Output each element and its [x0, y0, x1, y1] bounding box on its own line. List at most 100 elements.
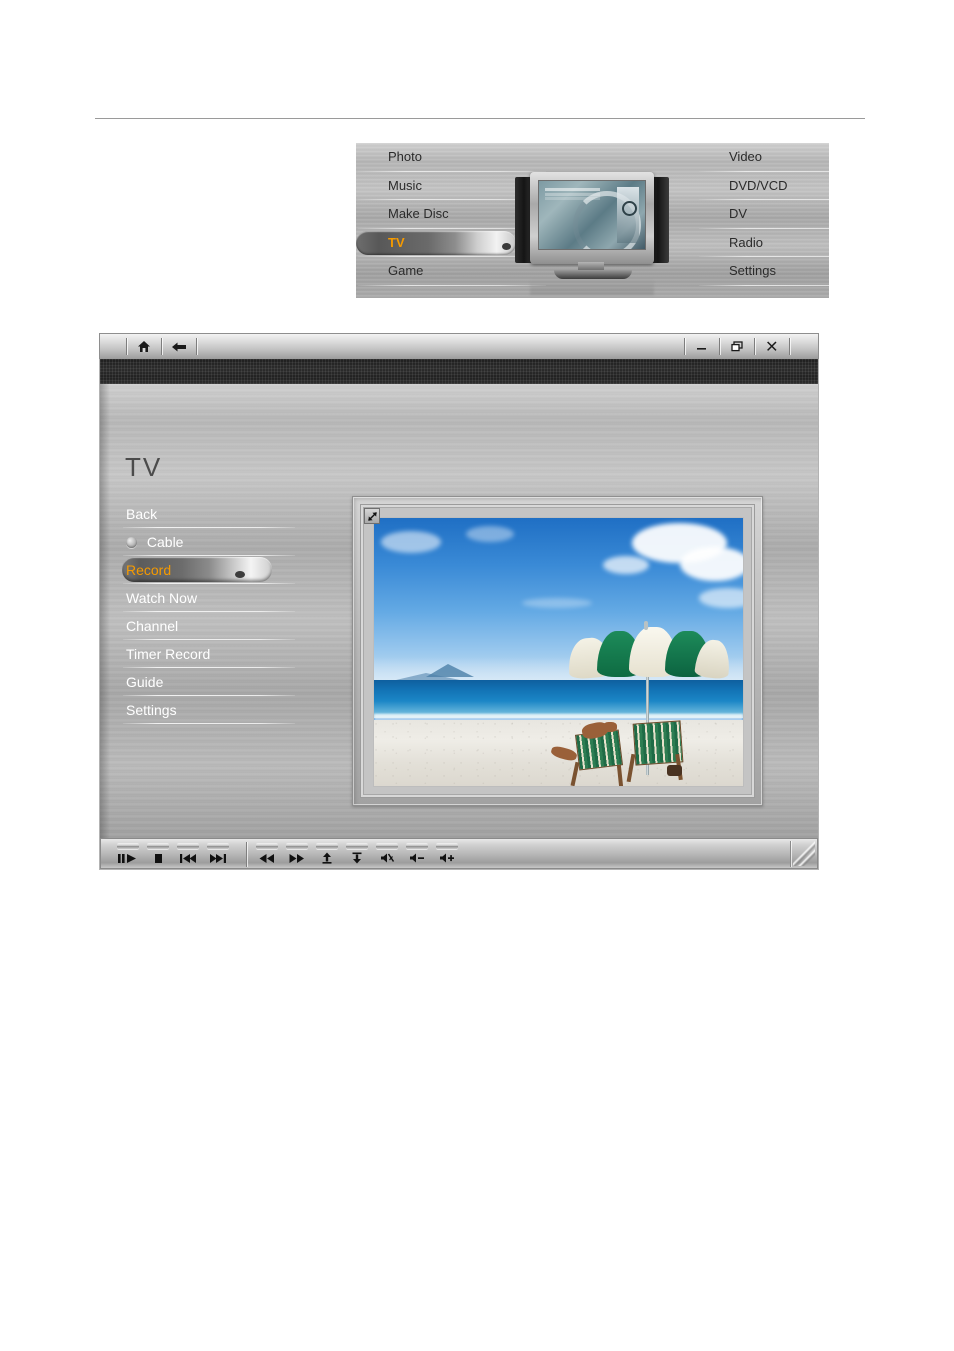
- previous-button[interactable]: [173, 842, 203, 866]
- tv-stand-base: [554, 270, 632, 279]
- button-cap: [177, 843, 199, 849]
- selection-highlight: [356, 230, 516, 255]
- sidebar-item-timer-record[interactable]: Timer Record: [123, 640, 295, 668]
- radio-bullet-icon: [126, 537, 137, 548]
- channel-down-button[interactable]: [342, 842, 372, 866]
- next-button[interactable]: [203, 842, 233, 866]
- tv-screen: [538, 180, 646, 250]
- header-divider: [95, 118, 865, 119]
- menu-item-radio[interactable]: Radio: [699, 229, 829, 258]
- window-content-area: TV Back Cable Record Watch Now Channel T…: [100, 384, 818, 838]
- page-root: Photo Music Make Disc TV Game Video DVD/…: [0, 0, 954, 1351]
- sidebar-item-label: Channel: [126, 618, 179, 634]
- sidebar-item-channel[interactable]: Channel: [123, 612, 295, 640]
- sidebar-item-watch-now[interactable]: Watch Now: [123, 584, 295, 612]
- photo-person: [602, 721, 617, 732]
- mute-button[interactable]: [372, 842, 402, 866]
- menu-item-label: Music: [388, 177, 422, 193]
- sidebar-item-back[interactable]: Back: [123, 500, 295, 528]
- menu-item-label: Video: [729, 149, 763, 164]
- toolbar-divider: [684, 338, 685, 355]
- menu-item-label: DVD/VCD: [729, 177, 788, 193]
- menu-item-dv[interactable]: DV: [699, 200, 829, 229]
- menu-item-tv[interactable]: TV: [356, 229, 546, 258]
- menu-item-label: Radio: [729, 234, 763, 250]
- transport-controls-group: [113, 842, 233, 867]
- video-preview-panel[interactable]: [352, 496, 763, 806]
- menu-item-photo[interactable]: Photo: [358, 143, 546, 172]
- button-cap: [256, 843, 278, 849]
- button-cap: [207, 843, 229, 849]
- menu-item-video[interactable]: Video: [699, 143, 829, 172]
- sidebar-nav: Back Cable Record Watch Now Channel Time…: [122, 500, 295, 724]
- sidebar-item-settings[interactable]: Settings: [123, 696, 295, 724]
- menu-item-label: Game: [388, 263, 424, 279]
- photo-sea: [374, 680, 743, 718]
- menu-separator: [699, 284, 829, 286]
- menu-item-label: Make Disc: [388, 206, 449, 222]
- toolbar-divider: [161, 338, 162, 355]
- sidebar-item-label: Settings: [126, 702, 177, 718]
- button-cap: [316, 843, 338, 849]
- main-menu-right-column: Video DVD/VCD DV Radio Settings: [699, 143, 829, 298]
- menu-item-label: Settings: [729, 263, 776, 279]
- button-cap: [376, 843, 398, 849]
- video-preview-image: [373, 517, 744, 787]
- toolbar-divider: [196, 338, 197, 355]
- sidebar-item-label: Back: [126, 506, 158, 522]
- back-arrow-icon[interactable]: [168, 338, 190, 356]
- button-cap: [286, 843, 308, 849]
- expand-diagonal-icon[interactable]: [364, 508, 380, 524]
- volume-up-button[interactable]: [432, 842, 462, 866]
- menu-item-dvd-vcd[interactable]: DVD/VCD: [699, 172, 829, 201]
- photo-cloud: [602, 555, 649, 574]
- button-cap: [117, 843, 139, 849]
- toolbar-divider: [719, 338, 720, 355]
- menu-item-game[interactable]: Game: [358, 257, 546, 286]
- playback-toolbar: [100, 838, 818, 869]
- window-resize-grip[interactable]: [793, 841, 815, 866]
- home-icon[interactable]: [133, 338, 155, 356]
- channel-up-button[interactable]: [312, 842, 342, 866]
- crt-television-icon: [510, 169, 674, 295]
- toolbar-divider: [246, 842, 247, 867]
- menu-item-label: Photo: [388, 149, 422, 164]
- fast-forward-button[interactable]: [282, 842, 312, 866]
- window-controls-group: [678, 337, 796, 356]
- sidebar-separator: [123, 723, 295, 724]
- volume-down-button[interactable]: [402, 842, 432, 866]
- toolbar-divider: [754, 338, 755, 355]
- sidebar-item-label: Guide: [126, 674, 164, 690]
- main-menu-panel: Photo Music Make Disc TV Game Video DVD/…: [356, 143, 829, 298]
- stop-button[interactable]: [143, 842, 173, 866]
- toolbar-divider: [790, 841, 791, 867]
- window-title-bar[interactable]: [99, 333, 819, 359]
- play-pause-button[interactable]: [113, 842, 143, 866]
- menu-item-settings[interactable]: Settings: [699, 257, 829, 286]
- tv-screen-dial: [622, 201, 637, 216]
- menu-item-music[interactable]: Music: [358, 172, 546, 201]
- sidebar-item-record[interactable]: Record: [122, 556, 295, 584]
- rewind-button[interactable]: [252, 842, 282, 866]
- toolbar-divider: [789, 338, 790, 355]
- photo-mountain: [425, 664, 474, 678]
- button-cap: [346, 843, 368, 849]
- button-cap: [406, 843, 428, 849]
- sidebar-item-guide[interactable]: Guide: [123, 668, 295, 696]
- photo-umbrella-canopy: [566, 626, 732, 680]
- button-cap: [147, 843, 169, 849]
- button-cap: [436, 843, 458, 849]
- minimize-icon[interactable]: [691, 338, 713, 356]
- tv-body: [530, 172, 654, 264]
- photo-cloud: [698, 587, 743, 608]
- nav-button-group: [120, 337, 203, 356]
- photo-cloud: [466, 526, 515, 543]
- close-icon[interactable]: [761, 338, 783, 356]
- tv-screen-text: [545, 188, 600, 191]
- sidebar-item-label: Record: [126, 562, 172, 578]
- sidebar-item-cable[interactable]: Cable: [123, 528, 295, 556]
- menu-item-make-disc[interactable]: Make Disc: [358, 200, 546, 229]
- sidebar-item-label: Watch Now: [126, 590, 198, 606]
- restore-icon[interactable]: [726, 338, 748, 356]
- photo-umbrella-tip: [644, 621, 649, 631]
